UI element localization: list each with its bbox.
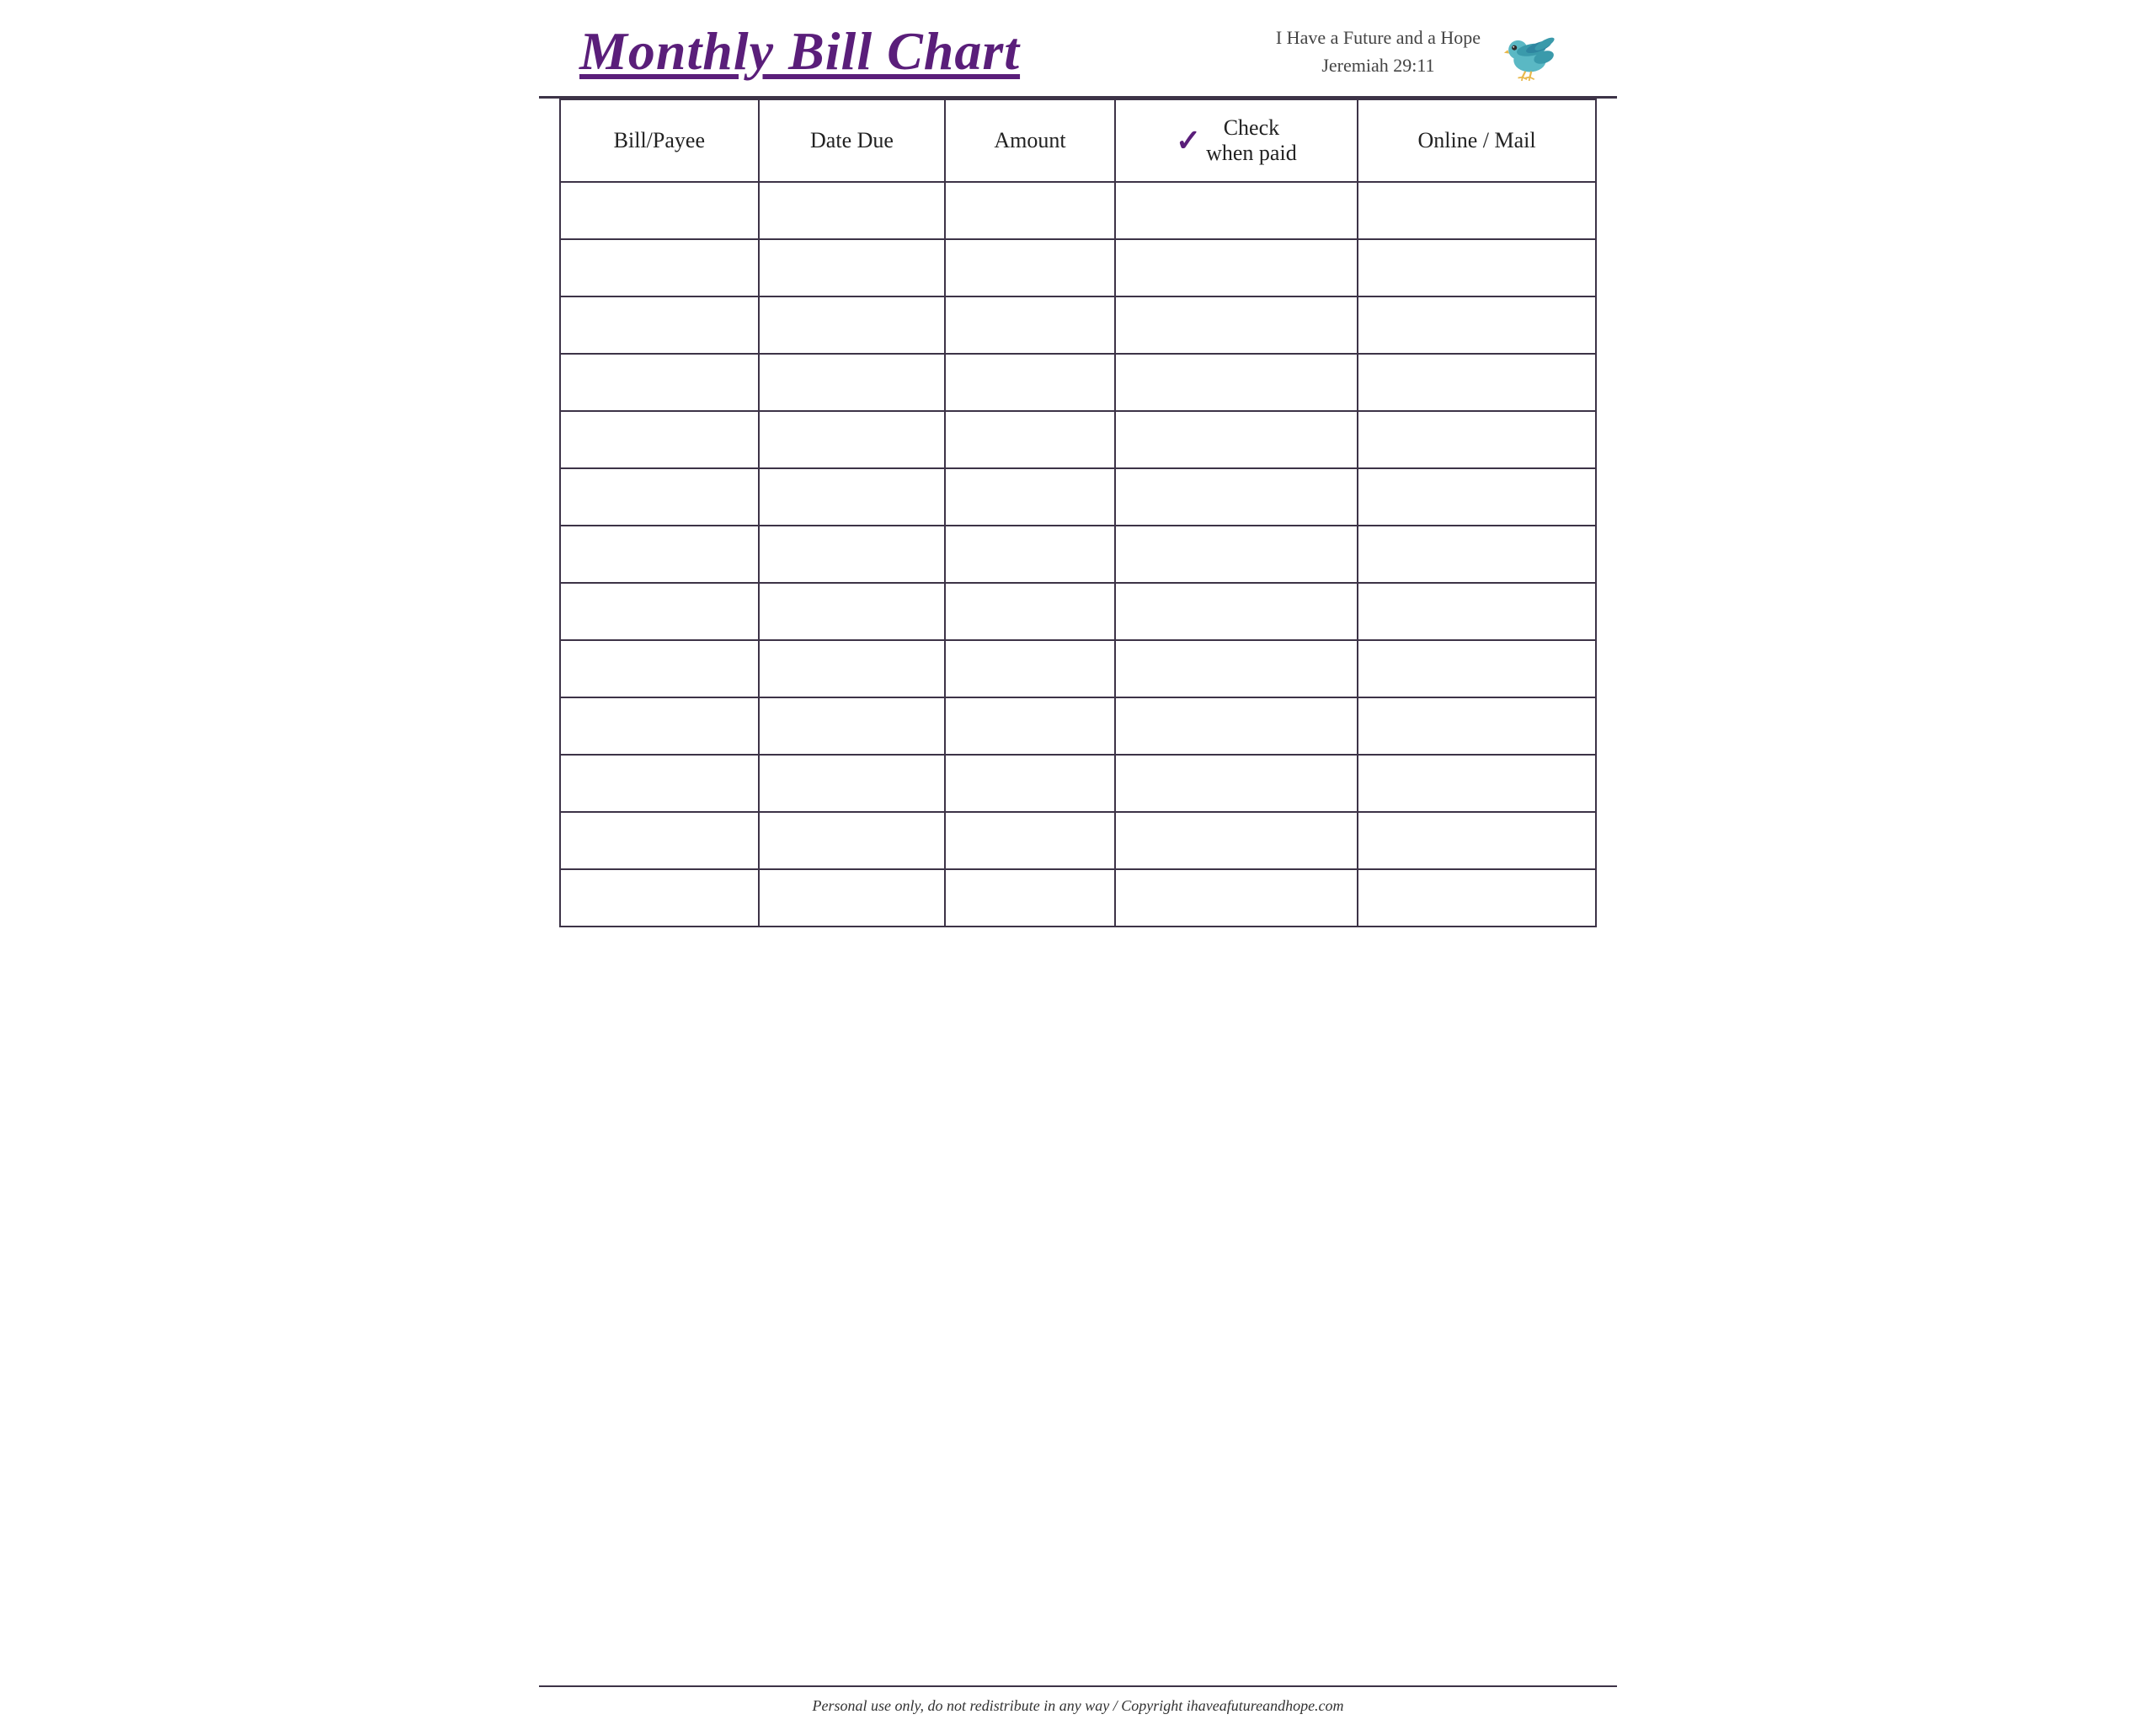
table-cell <box>1358 583 1596 640</box>
table-cell <box>1115 411 1358 468</box>
table-cell <box>945 239 1114 296</box>
table-cell <box>1358 411 1596 468</box>
table-cell <box>759 697 946 755</box>
table-cell <box>945 869 1114 927</box>
table-cell <box>1358 640 1596 697</box>
bird-icon <box>1501 22 1577 81</box>
table-cell <box>1115 296 1358 354</box>
col-header-date-due: Date Due <box>759 99 946 182</box>
table-cell <box>945 755 1114 812</box>
table-cell <box>1115 697 1358 755</box>
table-cell <box>759 640 946 697</box>
table-cell <box>1358 354 1596 411</box>
page-title: Monthly Bill Chart <box>579 20 1020 83</box>
table-row <box>560 296 1596 354</box>
table-row <box>560 239 1596 296</box>
table-cell <box>560 411 759 468</box>
table-cell <box>1115 526 1358 583</box>
table-cell <box>1115 182 1358 239</box>
table-cell <box>759 468 946 526</box>
table-cell <box>1115 812 1358 869</box>
table-cell <box>1115 468 1358 526</box>
table-cell <box>560 296 759 354</box>
table-row <box>560 812 1596 869</box>
footer: Personal use only, do not redistribute i… <box>539 1685 1617 1725</box>
table-cell <box>759 239 946 296</box>
table-cell <box>945 583 1114 640</box>
table-cell <box>560 583 759 640</box>
table-cell <box>1358 869 1596 927</box>
table-row <box>560 182 1596 239</box>
table-cell <box>945 526 1114 583</box>
table-cell <box>759 354 946 411</box>
table-row <box>560 640 1596 697</box>
table-cell <box>945 354 1114 411</box>
table-cell <box>759 182 946 239</box>
table-cell <box>759 526 946 583</box>
table-row <box>560 697 1596 755</box>
table-cell <box>759 583 946 640</box>
table-cell <box>1115 354 1358 411</box>
table-cell <box>560 755 759 812</box>
table-cell <box>560 697 759 755</box>
table-cell <box>1358 182 1596 239</box>
table-cell <box>945 468 1114 526</box>
table-body <box>560 182 1596 927</box>
col-header-check-when-paid: ✓ Check when paid <box>1115 99 1358 182</box>
col-header-online-mail: Online / Mail <box>1358 99 1596 182</box>
table-cell <box>560 239 759 296</box>
table-cell <box>560 468 759 526</box>
table-cell <box>945 411 1114 468</box>
table-cell <box>1115 583 1358 640</box>
checkmark-icon: ✓ <box>1176 126 1201 156</box>
table-cell <box>1358 526 1596 583</box>
table-row <box>560 526 1596 583</box>
table-row <box>560 411 1596 468</box>
table-cell <box>945 182 1114 239</box>
table-cell <box>1358 697 1596 755</box>
table-container: Bill/Payee Date Due Amount ✓ Check w <box>539 99 1617 1685</box>
table-cell <box>560 640 759 697</box>
table-cell <box>1358 296 1596 354</box>
table-cell <box>1358 239 1596 296</box>
table-cell <box>1115 640 1358 697</box>
col-header-amount: Amount <box>945 99 1114 182</box>
table-cell <box>560 354 759 411</box>
table-cell <box>759 812 946 869</box>
table-cell <box>560 812 759 869</box>
table-cell <box>1115 755 1358 812</box>
table-cell <box>759 296 946 354</box>
col-header-bill-payee: Bill/Payee <box>560 99 759 182</box>
table-row <box>560 468 1596 526</box>
table-cell <box>1358 468 1596 526</box>
table-cell <box>1115 869 1358 927</box>
table-cell <box>759 869 946 927</box>
table-cell <box>945 697 1114 755</box>
table-row <box>560 755 1596 812</box>
table-cell <box>759 755 946 812</box>
table-cell <box>945 812 1114 869</box>
table-cell <box>560 182 759 239</box>
table-header-row: Bill/Payee Date Due Amount ✓ Check w <box>560 99 1596 182</box>
table-row <box>560 869 1596 927</box>
tagline: I Have a Future and a Hope Jeremiah 29:1… <box>1276 24 1481 79</box>
table-row <box>560 354 1596 411</box>
table-row <box>560 583 1596 640</box>
table-cell <box>1358 812 1596 869</box>
table-cell <box>759 411 946 468</box>
header: Monthly Bill Chart I Have a Future and a… <box>539 0 1617 99</box>
table-cell <box>1358 755 1596 812</box>
header-right: I Have a Future and a Hope Jeremiah 29:1… <box>1276 22 1577 81</box>
table-cell <box>945 296 1114 354</box>
page: Monthly Bill Chart I Have a Future and a… <box>539 0 1617 1725</box>
table-cell <box>945 640 1114 697</box>
table-cell <box>560 526 759 583</box>
table-cell <box>560 869 759 927</box>
bill-chart-table: Bill/Payee Date Due Amount ✓ Check w <box>559 99 1597 927</box>
table-cell <box>1115 239 1358 296</box>
